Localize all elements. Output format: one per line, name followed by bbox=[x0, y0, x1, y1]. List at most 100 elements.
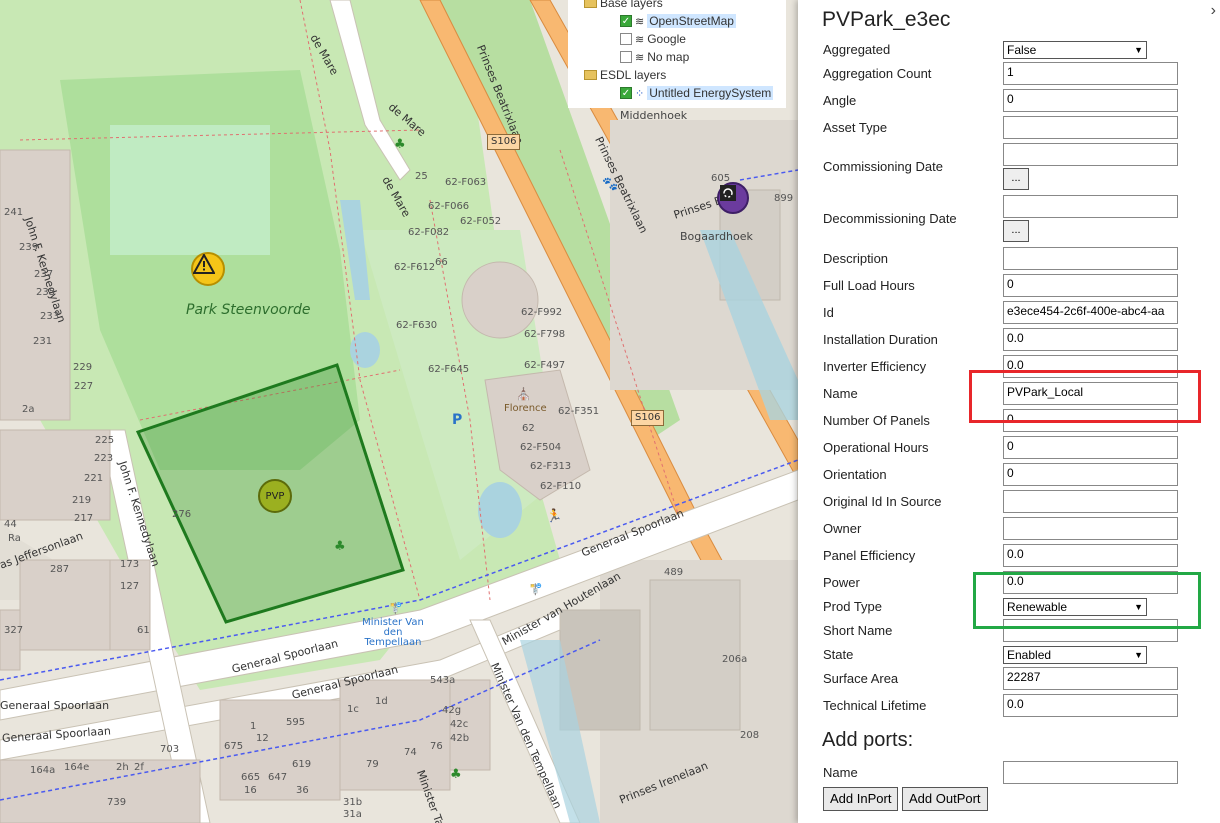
bus-stop-label: Minister Van den Tempellaan bbox=[362, 617, 424, 648]
layer-item-energysystem[interactable]: ✓ ⁘ Untitled EnergySystem bbox=[620, 86, 774, 100]
house-number: 235 bbox=[36, 287, 56, 298]
operational-hours-input[interactable]: 0 bbox=[1003, 436, 1178, 459]
decommissioning-date-input[interactable] bbox=[1003, 195, 1178, 218]
house-number: 219 bbox=[72, 495, 92, 506]
layer-group-base[interactable]: Base layers bbox=[584, 0, 663, 10]
checkbox[interactable]: ✓ bbox=[620, 15, 632, 27]
park-tree-icon: ♣ bbox=[334, 539, 346, 554]
house-number: 42c bbox=[450, 719, 469, 730]
house-number: 2h bbox=[116, 762, 129, 773]
sport-icon: 🏃 bbox=[546, 509, 563, 524]
house-number: 229 bbox=[73, 362, 93, 373]
road-shield: S106 bbox=[631, 410, 665, 426]
field-label: Short Name bbox=[823, 623, 893, 638]
house-number: 62-F313 bbox=[530, 461, 572, 472]
house-number: 703 bbox=[160, 744, 180, 755]
technical-lifetime-input[interactable]: 0.0 bbox=[1003, 694, 1178, 717]
house-number: 66 bbox=[435, 257, 448, 268]
field-label: Surface Area bbox=[823, 671, 899, 686]
chevron-down-icon: ▼ bbox=[1134, 45, 1143, 55]
commissioning-date-input[interactable] bbox=[1003, 143, 1178, 166]
add-inport-button[interactable]: Add InPort bbox=[823, 787, 899, 811]
panel-efficiency-input[interactable]: 0.0 bbox=[1003, 544, 1178, 567]
layer-item-google[interactable]: ≋ Google bbox=[620, 32, 686, 46]
house-number: 647 bbox=[268, 772, 288, 783]
checkbox[interactable] bbox=[620, 33, 632, 45]
house-number: 16 bbox=[244, 785, 257, 796]
house-number: 665 bbox=[241, 772, 261, 783]
orientation-input[interactable]: 0 bbox=[1003, 463, 1178, 486]
aggregation-count-input[interactable]: 1 bbox=[1003, 62, 1178, 85]
house-number: 62-F497 bbox=[524, 360, 566, 371]
port-name-input[interactable] bbox=[1003, 761, 1178, 784]
house-number: 62-F063 bbox=[445, 177, 487, 188]
field-label: Full Load Hours bbox=[823, 278, 915, 293]
field-label: Original Id In Source bbox=[823, 494, 942, 509]
park-label: Park Steenvoorde bbox=[186, 302, 311, 318]
house-number: 241 bbox=[4, 207, 24, 218]
layer-item-label: Google bbox=[647, 32, 686, 46]
house-number: 25 bbox=[415, 171, 428, 182]
house-number: 44 bbox=[4, 519, 17, 530]
field-label: Technical Lifetime bbox=[823, 698, 927, 713]
decommissioning-date-button[interactable]: ... bbox=[1003, 220, 1029, 242]
add-ports-title: Add ports: bbox=[822, 729, 914, 751]
checkbox[interactable]: ✓ bbox=[620, 87, 632, 99]
select-value: Enabled bbox=[1007, 648, 1052, 662]
energy-asset-marker-icon[interactable] bbox=[717, 182, 749, 214]
house-number: 42b bbox=[450, 733, 470, 744]
house-number: 233 bbox=[40, 311, 60, 322]
add-outport-button[interactable]: Add OutPort bbox=[902, 787, 988, 811]
owner-input[interactable] bbox=[1003, 517, 1178, 540]
full-load-hours-input[interactable]: 0 bbox=[1003, 274, 1178, 297]
properties-panel: › PVPark_e3ec Aggregated False ▼ Aggregat… bbox=[798, 0, 1220, 823]
house-number: 62-F504 bbox=[520, 442, 562, 453]
angle-input[interactable]: 0 bbox=[1003, 89, 1178, 112]
house-number: Ra bbox=[8, 533, 21, 544]
park-tree-icon: ♣ bbox=[394, 137, 406, 152]
house-number: 206a bbox=[722, 654, 748, 665]
id-input[interactable]: e3ece454-2c6f-400e-abc4-aa bbox=[1003, 301, 1178, 324]
checkbox[interactable] bbox=[620, 51, 632, 63]
close-panel-icon[interactable]: › bbox=[1211, 2, 1216, 20]
aggregated-select[interactable]: False ▼ bbox=[1003, 41, 1147, 59]
description-input[interactable] bbox=[1003, 247, 1178, 270]
folder-icon bbox=[584, 70, 597, 80]
house-number: 79 bbox=[366, 759, 379, 770]
house-number: 287 bbox=[50, 564, 70, 575]
place-label: Bogaardhoek bbox=[680, 230, 753, 243]
installation-duration-input[interactable]: 0.0 bbox=[1003, 328, 1178, 351]
field-label: Number Of Panels bbox=[823, 413, 930, 428]
house-number: 127 bbox=[120, 581, 140, 592]
road-shield: S106 bbox=[487, 134, 521, 150]
layer-item-openstreetmap[interactable]: ✓ ≋ OpenStreetMap bbox=[620, 14, 736, 28]
pvp-marker[interactable]: PVP bbox=[258, 479, 292, 513]
house-number: 2f bbox=[134, 762, 144, 773]
field-label: Installation Duration bbox=[823, 332, 938, 347]
layer-group-esdl[interactable]: ESDL layers bbox=[584, 68, 666, 82]
asset-type-input[interactable] bbox=[1003, 116, 1178, 139]
parking-icon: P bbox=[452, 412, 463, 428]
house-number: 62-F992 bbox=[521, 307, 563, 318]
original-id-input[interactable] bbox=[1003, 490, 1178, 513]
warning-marker-icon[interactable] bbox=[191, 252, 225, 286]
house-number: 543a bbox=[430, 675, 456, 686]
network-icon: ⁘ bbox=[635, 87, 645, 100]
layer-group-label: Base layers bbox=[600, 0, 663, 10]
field-label: Asset Type bbox=[823, 120, 888, 135]
house-number: 164a bbox=[30, 765, 56, 776]
house-number: 489 bbox=[664, 567, 684, 578]
field-label: Id bbox=[823, 305, 834, 320]
house-number: 62-F110 bbox=[540, 481, 582, 492]
field-label: Angle bbox=[823, 93, 857, 108]
house-number: 227 bbox=[74, 381, 94, 392]
map-view[interactable]: Prinses Beatrixlaan Prinses Beatrixlaan … bbox=[0, 0, 798, 823]
house-number: 62-F798 bbox=[524, 329, 566, 340]
commissioning-date-button[interactable]: ... bbox=[1003, 168, 1029, 190]
state-select[interactable]: Enabled ▼ bbox=[1003, 646, 1147, 664]
stack-icon: ≋ bbox=[635, 33, 645, 46]
layer-item-nomap[interactable]: ≋ No map bbox=[620, 50, 689, 64]
house-number: 237 bbox=[34, 269, 54, 280]
surface-area-input[interactable]: 22287 bbox=[1003, 667, 1178, 690]
house-number: 36 bbox=[296, 785, 309, 796]
